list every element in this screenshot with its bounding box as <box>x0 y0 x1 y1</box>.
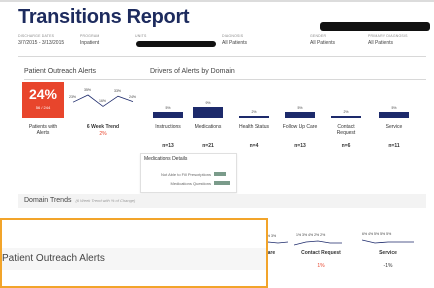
driver-name-medications: Medications <box>194 124 222 130</box>
driver-percent-label: 5% <box>391 106 397 110</box>
domain-trend-service-change: -1% <box>383 263 393 269</box>
driver-bar-medications[interactable] <box>193 107 223 118</box>
patients-with-alerts-label: Patients with Alerts <box>28 124 58 136</box>
domain-trend-sparkline-service[interactable] <box>362 237 414 247</box>
redacted-units-value <box>136 41 216 47</box>
driver-percent-label: 5% <box>297 106 303 110</box>
med-detail-label: Medications Questions <box>170 181 211 186</box>
alert-ratio-value: 56 / 244 <box>35 105 51 110</box>
driver-name-health-status: Health Status <box>238 124 270 130</box>
med-detail-bar[interactable] <box>214 172 226 176</box>
med-detail-label: Not Able to Fill Prescriptions <box>160 172 211 177</box>
driver-count-follow-up-care: n=13 <box>294 143 306 149</box>
driver-bar-follow-up-care[interactable] <box>285 112 315 118</box>
trend-change-value: 2% <box>99 131 107 137</box>
meta-program: Program Inpatient <box>80 34 100 46</box>
transitions-report-page: Transitions Report Discharge Dates 3/7/2… <box>0 0 434 288</box>
meta-diagnosis: Diagnosis All Patients <box>222 34 248 46</box>
patient-outreach-callout[interactable]: Patient Outreach Alerts <box>0 218 268 288</box>
redacted-header-block <box>320 22 430 31</box>
driver-bar-instructions[interactable] <box>153 112 183 118</box>
driver-bar-service[interactable] <box>379 112 409 118</box>
callout-text: Patient Outreach Alerts <box>2 253 105 264</box>
domain-trend-service-label: Service <box>379 250 397 256</box>
domain-trends-subtitle: (6 Week Trend with % of Change) <box>75 198 136 203</box>
domain-trend-contact-request-label: Contact Request <box>301 250 341 256</box>
driver-name-service: Service <box>385 124 403 130</box>
meta-gender: Gender All Patients <box>310 34 336 46</box>
trend-point-label: 33% <box>114 89 122 94</box>
driver-count-service: n=11 <box>388 143 400 149</box>
meta-discharge-dates: Discharge Dates 3/7/2015 - 3/13/2015 <box>18 34 65 46</box>
meta-units: Units <box>135 34 147 38</box>
meta-primary-diagnosis: Primary Diagnosis All Patients <box>368 34 408 46</box>
page-title: Transitions Report <box>18 6 190 28</box>
driver-name-contact-request: Contact Request <box>336 124 356 136</box>
alert-percent-kpi[interactable]: 24% 56 / 244 <box>22 82 64 118</box>
outreach-section-title: Patient Outreach Alerts <box>24 68 96 75</box>
domain-trend-sparkline-contact-request[interactable] <box>294 237 344 247</box>
driver-bar-contact-request[interactable] <box>331 115 361 118</box>
trend-point-label: 23% <box>69 95 77 100</box>
driver-percent-label: 5% <box>165 106 171 110</box>
trend-point-label: 35% <box>84 88 92 92</box>
driver-percent-label: 2% <box>343 109 349 114</box>
driver-bar-health-status[interactable] <box>239 115 269 118</box>
medications-details-title: Medications Details <box>144 156 188 162</box>
driver-percent-label: 9% <box>205 101 211 106</box>
driver-count-contact-request: n=6 <box>341 143 351 149</box>
domain-trends-title: Domain Trends (6 Week Trend with % of Cha… <box>24 197 136 204</box>
alert-percent-value: 24% <box>28 86 58 102</box>
driver-count-medications: n=21 <box>202 143 214 149</box>
med-detail-bar[interactable] <box>214 181 230 185</box>
meta-divider <box>18 56 426 57</box>
domain-trends-header: Domain Trends (6 Week Trend with % of Cha… <box>18 194 426 208</box>
top-divider <box>0 0 434 2</box>
driver-percent-label: 2% <box>251 109 257 114</box>
driver-count-health-status: n=4 <box>249 143 259 149</box>
driver-count-instructions: n=13 <box>162 143 174 149</box>
trend-label: 6 Week Trend <box>86 124 120 130</box>
driver-name-follow-up-care: Follow Up Care <box>282 124 318 130</box>
medications-details-popover: Medications Details Not Able to Fill Pre… <box>140 153 237 193</box>
trend-point-label: 16% <box>99 99 107 104</box>
trend-point-label: 24% <box>129 94 137 99</box>
section-title-divider <box>24 79 426 80</box>
drivers-section-title: Drivers of Alerts by Domain <box>150 68 235 75</box>
domain-trend-points: 6% 4% 5% 5% 5% <box>362 232 392 236</box>
driver-name-instructions: Instructions <box>155 124 181 130</box>
domain-trend-contact-request-change: 1% <box>317 263 325 269</box>
